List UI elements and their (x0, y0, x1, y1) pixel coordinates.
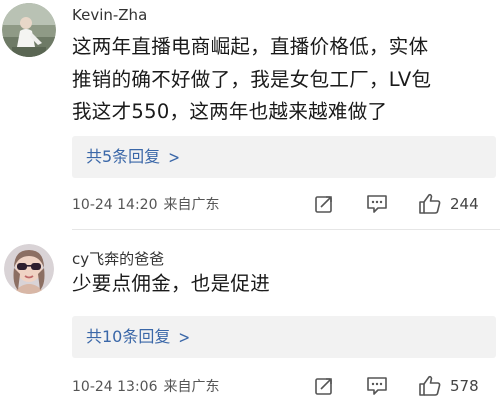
like-count: 244 (450, 195, 479, 213)
view-replies-label: 共5条回复 (86, 147, 161, 166)
share-icon (315, 196, 332, 213)
timestamp-text: 10-24 14:20 (72, 197, 158, 213)
comment-button[interactable] (364, 192, 390, 216)
location-text: 来自广东 (163, 197, 220, 213)
timestamp: 10-24 14:20 来自广东 (72, 194, 219, 214)
like-button[interactable]: 578 (418, 374, 498, 398)
comment-text-line: 我这才550，这两年也越来越难做了 (72, 100, 388, 123)
thumbs-up-icon (419, 193, 441, 214)
comment-icon (367, 195, 387, 213)
location-text: 来自广东 (163, 379, 220, 395)
chevron-right-icon: > (168, 148, 180, 168)
comment-divider (72, 229, 500, 230)
comment-text-line: 推销的确不好做了，我是女包工厂，LV包 (72, 67, 432, 91)
chevron-right-icon: > (178, 328, 191, 348)
comment-meta: 10-24 14:20 来自广东 244 (72, 192, 496, 216)
replies-panel: 共5条回复 > (72, 136, 496, 178)
comment-text-line: 这两年直播电商崛起，直播价格低，实体 (72, 35, 429, 58)
comment-text: 少要点佣金，也是促进 (72, 268, 492, 300)
comment-text: 这两年直播电商崛起，直播价格低，实体 推销的确不好做了，我是女包工厂，LV包 我… (72, 31, 492, 129)
replies-panel: 共10条回复 > (72, 316, 496, 358)
comment-icon (367, 377, 387, 395)
comment-button[interactable] (364, 374, 390, 398)
avatar[interactable] (4, 244, 54, 294)
comment-text-line: 少要点佣金，也是促进 (72, 272, 271, 295)
timestamp-text: 10-24 13:06 (72, 379, 158, 395)
like-button[interactable]: 244 (418, 192, 498, 216)
share-button[interactable] (312, 192, 336, 216)
like-count: 578 (450, 377, 479, 395)
avatar[interactable] (2, 3, 56, 57)
username[interactable]: Kevin-Zha (72, 6, 147, 24)
thumbs-up-icon (419, 375, 441, 396)
timestamp: 10-24 13:06 来自广东 (72, 376, 219, 396)
view-replies-link[interactable]: 共10条回复 > (86, 316, 190, 359)
comment-meta: 10-24 13:06 来自广东 578 (72, 374, 496, 398)
view-replies-link[interactable]: 共5条回复 > (86, 136, 180, 179)
comment-item: Kevin-Zha 这两年直播电商崛起，直播价格低，实体 推销的确不好做了，我是… (0, 0, 500, 222)
share-button[interactable] (312, 374, 336, 398)
view-replies-label: 共10条回复 (86, 327, 171, 346)
share-icon (315, 378, 332, 395)
username[interactable]: cy飞奔的爸爸 (72, 248, 164, 269)
